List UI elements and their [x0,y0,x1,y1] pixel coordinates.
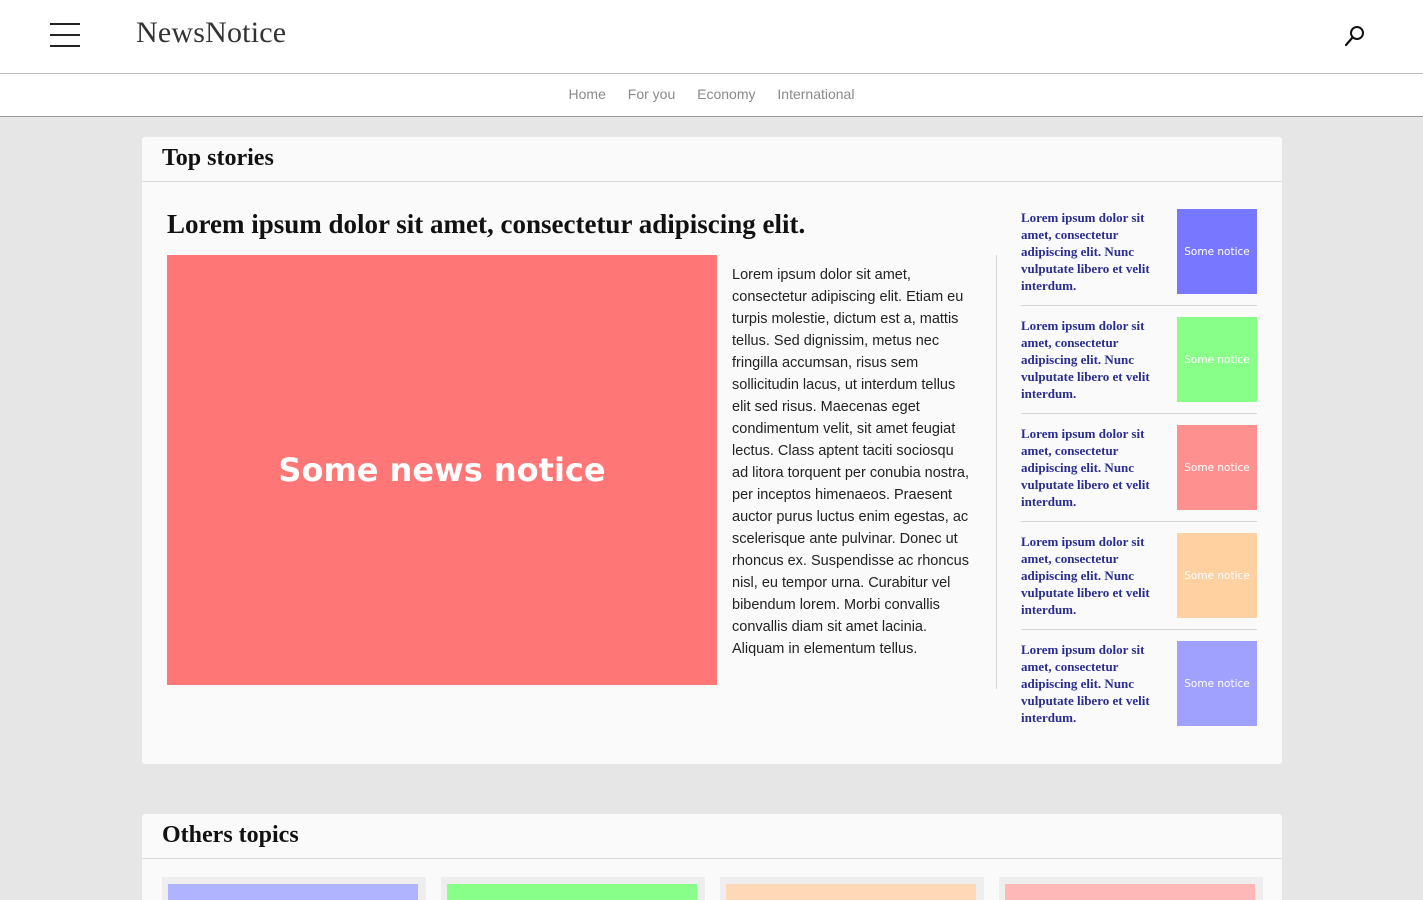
side-story-thumbnail: Some notice [1177,641,1257,726]
section-divider [142,858,1282,859]
side-story-item[interactable]: Lorem ipsum dolor sit amet, consectetur … [1021,641,1257,737]
side-story-title: Lorem ipsum dolor sit amet, consectetur … [1021,534,1150,617]
side-story-thumbnail-label: Some notice [1184,245,1250,258]
topic-card[interactable] [162,877,426,900]
topic-card[interactable] [441,877,705,900]
column-divider [996,255,997,689]
main-story-headline[interactable]: Lorem ipsum dolor sit amet, consectetur … [167,209,805,240]
side-story-item[interactable]: Lorem ipsum dolor sit amet, consectetur … [1021,209,1257,305]
nav-item-economy[interactable]: Economy [697,86,755,102]
main-story-body: Lorem ipsum dolor sit amet, consectetur … [732,267,969,657]
side-story-thumbnail: Some notice [1177,533,1257,618]
side-story-divider [1021,629,1257,630]
main-story-image[interactable]: Some news notice [167,255,717,685]
nav-item-for-you[interactable]: For you [628,86,675,102]
side-story-thumbnail: Some notice [1177,317,1257,402]
hamburger-menu-icon[interactable] [50,23,80,47]
section-divider [142,181,1282,182]
side-story-thumbnail-label: Some notice [1184,677,1250,690]
side-story-item[interactable]: Lorem ipsum dolor sit amet, consectetur … [1021,533,1257,629]
category-nav: Home For you Economy International [0,74,1423,117]
topic-card-image [168,884,418,900]
others-topics-section: Others topics [142,814,1282,900]
site-logo[interactable]: NewsNotice [136,16,286,50]
topic-card-image [726,884,976,900]
side-story-title: Lorem ipsum dolor sit amet, consectetur … [1021,642,1150,725]
side-story-item[interactable]: Lorem ipsum dolor sit amet, consectetur … [1021,317,1257,413]
top-stories-section: Top stories Lorem ipsum dolor sit amet, … [142,137,1282,764]
topic-card-image [1005,884,1255,900]
side-story-divider [1021,305,1257,306]
side-story-title: Lorem ipsum dolor sit amet, consectetur … [1021,210,1150,293]
top-header: NewsNotice [0,0,1423,74]
side-story-thumbnail-label: Some notice [1184,353,1250,366]
side-story-thumbnail-label: Some notice [1184,569,1250,582]
side-story-divider [1021,413,1257,414]
nav-item-home[interactable]: Home [569,86,606,102]
topic-card-image [447,884,697,900]
section-title: Others topics [162,822,299,848]
nav-item-international[interactable]: International [777,86,854,102]
topic-card[interactable] [999,877,1263,900]
topic-card[interactable] [720,877,984,900]
section-title: Top stories [162,145,274,171]
side-story-thumbnail-label: Some notice [1184,461,1250,474]
side-story-title: Lorem ipsum dolor sit amet, consectetur … [1021,318,1150,401]
side-story-thumbnail: Some notice [1177,209,1257,294]
side-story-thumbnail: Some notice [1177,425,1257,510]
side-story-title: Lorem ipsum dolor sit amet, consectetur … [1021,426,1150,509]
side-story-divider [1021,521,1257,522]
side-story-item[interactable]: Lorem ipsum dolor sit amet, consectetur … [1021,425,1257,521]
main-story-image-label: Some news notice [278,451,606,489]
search-icon[interactable] [1343,24,1367,48]
